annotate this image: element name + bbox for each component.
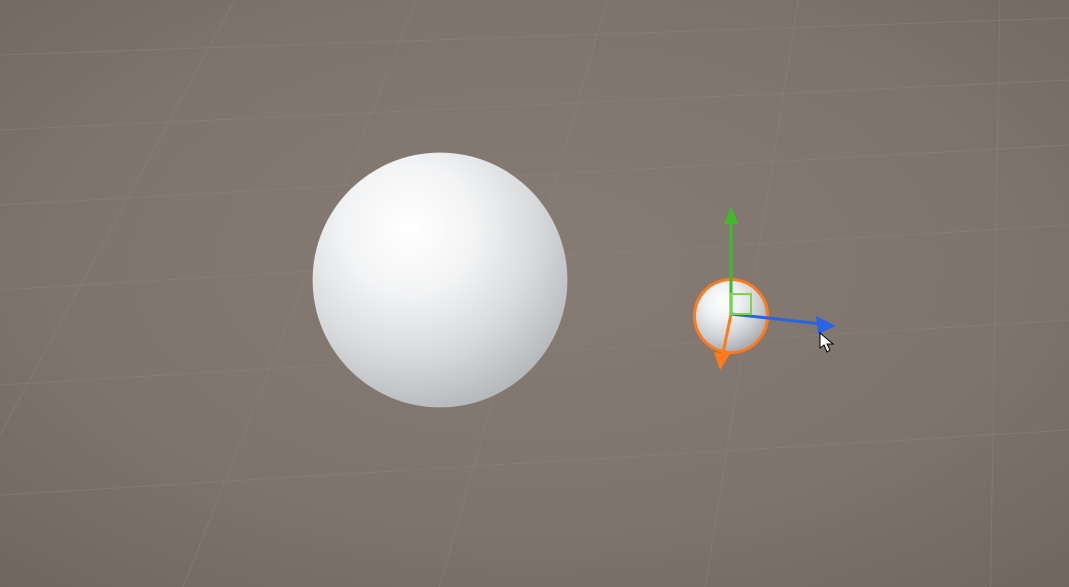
gizmo-z-axis[interactable] (714, 314, 731, 370)
gizmo-x-axis[interactable] (731, 314, 836, 334)
translate-gizmo[interactable] (700, 200, 900, 400)
sphere-object-large[interactable] (310, 150, 570, 410)
gizmo-plane-handle[interactable] (731, 294, 751, 314)
scene-viewport[interactable] (0, 0, 1069, 587)
